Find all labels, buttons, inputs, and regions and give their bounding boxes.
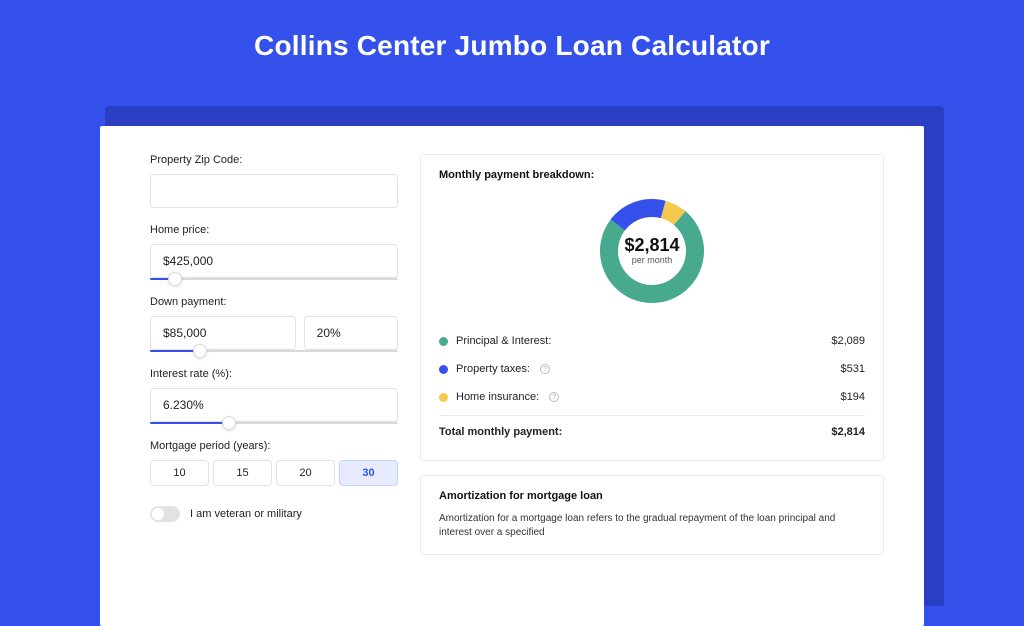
legend-row-principal: Principal & Interest: $2,089 [439, 327, 865, 355]
info-icon[interactable]: ? [549, 392, 559, 402]
period-buttons: 10 15 20 30 [150, 460, 398, 486]
legend-row-total: Total monthly payment: $2,814 [439, 415, 865, 446]
down-payment-slider[interactable] [150, 350, 398, 352]
amortization-panel: Amortization for mortgage loan Amortizat… [420, 475, 884, 555]
legend-value: $531 [841, 363, 865, 375]
slider-thumb[interactable] [193, 344, 207, 358]
dot-icon [439, 393, 448, 402]
legend-row-taxes: Property taxes: ? $531 [439, 355, 865, 383]
period-15-button[interactable]: 15 [213, 460, 272, 486]
period-20-button[interactable]: 20 [276, 460, 335, 486]
legend-row-insurance: Home insurance: ? $194 [439, 383, 865, 411]
breakdown-panel: Monthly payment breakdown: $2,814 per mo… [420, 154, 884, 461]
legend-label: Property taxes: [456, 363, 530, 375]
legend-value: $2,089 [831, 335, 865, 347]
home-price-label: Home price: [150, 224, 398, 236]
zip-group: Property Zip Code: [150, 154, 398, 208]
donut-center-amount: $2,814 [624, 235, 679, 255]
period-group: Mortgage period (years): 10 15 20 30 [150, 440, 398, 486]
info-icon[interactable]: ? [540, 364, 550, 374]
veteran-label: I am veteran or military [190, 508, 302, 520]
legend-label: Principal & Interest: [456, 335, 551, 347]
zip-input[interactable] [150, 174, 398, 208]
donut-center-label: per month [632, 255, 673, 265]
donut-segment [611, 199, 666, 230]
slider-thumb[interactable] [168, 272, 182, 286]
calculator-card: Property Zip Code: Home price: Down paym… [100, 126, 924, 626]
rate-label: Interest rate (%): [150, 368, 398, 380]
veteran-toggle[interactable] [150, 506, 180, 522]
dot-icon [439, 337, 448, 346]
total-label: Total monthly payment: [439, 426, 562, 438]
down-payment-group: Down payment: [150, 296, 398, 352]
down-percent-input[interactable] [304, 316, 398, 350]
amort-body: Amortization for a mortgage loan refers … [439, 512, 865, 540]
total-value: $2,814 [831, 426, 865, 438]
amort-title: Amortization for mortgage loan [439, 490, 865, 502]
veteran-row: I am veteran or military [150, 506, 398, 522]
home-price-slider[interactable] [150, 278, 398, 280]
down-payment-label: Down payment: [150, 296, 398, 308]
rate-group: Interest rate (%): [150, 368, 398, 424]
form-column: Property Zip Code: Home price: Down paym… [150, 154, 398, 626]
home-price-input[interactable] [150, 244, 398, 278]
zip-label: Property Zip Code: [150, 154, 398, 166]
period-10-button[interactable]: 10 [150, 460, 209, 486]
donut-chart: $2,814 per month [439, 181, 865, 327]
down-amount-input[interactable] [150, 316, 296, 350]
period-30-button[interactable]: 30 [339, 460, 398, 486]
slider-thumb[interactable] [222, 416, 236, 430]
rate-slider[interactable] [150, 422, 398, 424]
rate-input[interactable] [150, 388, 398, 422]
breakdown-title: Monthly payment breakdown: [439, 169, 865, 181]
dot-icon [439, 365, 448, 374]
period-label: Mortgage period (years): [150, 440, 398, 452]
toggle-knob [152, 508, 164, 520]
results-column: Monthly payment breakdown: $2,814 per mo… [420, 154, 884, 626]
legend-label: Home insurance: [456, 391, 539, 403]
page-title: Collins Center Jumbo Loan Calculator [0, 0, 1024, 86]
legend-value: $194 [841, 391, 865, 403]
home-price-group: Home price: [150, 224, 398, 280]
